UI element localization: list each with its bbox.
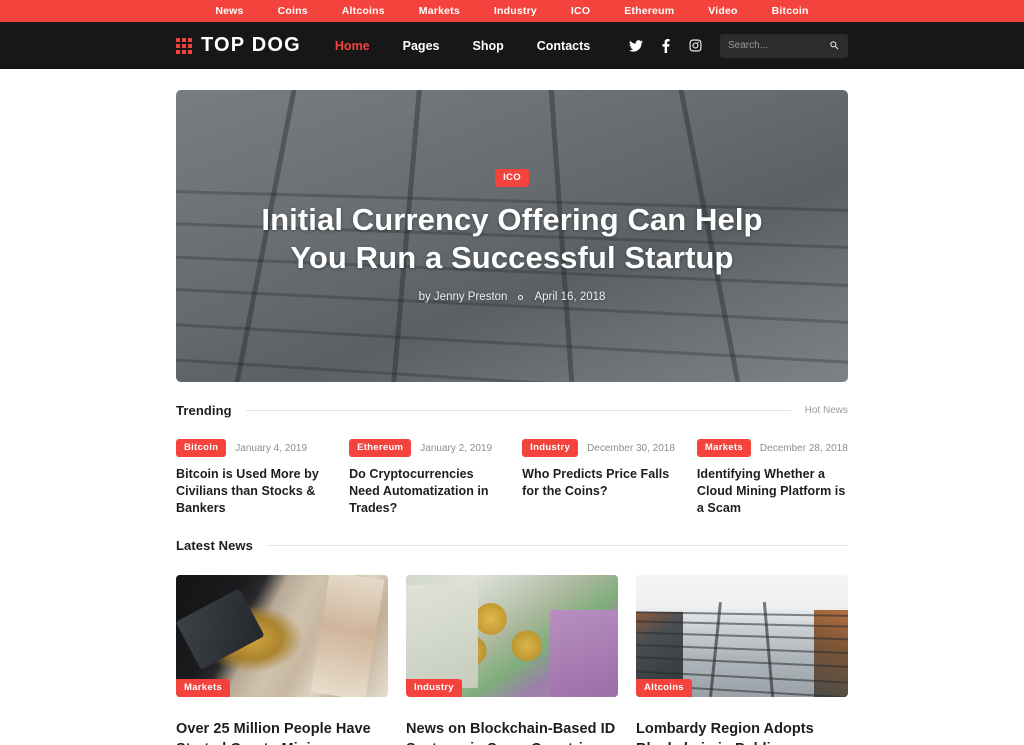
- topbar-link-bitcoin[interactable]: Bitcoin: [772, 5, 809, 17]
- nav-item-shop[interactable]: Shop: [472, 39, 503, 53]
- trending-category-badge[interactable]: Ethereum: [349, 439, 412, 457]
- topbar-link-altcoins[interactable]: Altcoins: [342, 5, 385, 17]
- trending-date: January 2, 2019: [420, 442, 493, 454]
- trending-section-header: Trending Hot News: [176, 403, 848, 418]
- main-nav: Home Pages Shop Contacts: [335, 39, 590, 53]
- topbar-link-markets[interactable]: Markets: [419, 5, 460, 17]
- nav-item-contacts[interactable]: Contacts: [537, 39, 590, 53]
- top-category-bar: News Coins Altcoins Markets Industry ICO…: [0, 0, 1024, 22]
- topbar-link-video[interactable]: Video: [708, 5, 737, 17]
- trending-title-link[interactable]: Who Predicts Price Falls for the Coins?: [522, 466, 675, 500]
- topbar-link-ethereum[interactable]: Ethereum: [624, 5, 674, 17]
- brand-logo[interactable]: TOP DOG: [176, 34, 301, 57]
- search-submit-button[interactable]: [829, 40, 840, 51]
- latest-news-title: Latest News: [176, 538, 253, 554]
- trending-item[interactable]: Industry December 30, 2018 Who Predicts …: [522, 439, 675, 517]
- nav-item-pages[interactable]: Pages: [403, 39, 440, 53]
- latest-news-section-header: Latest News: [176, 538, 848, 553]
- trending-item[interactable]: Ethereum January 2, 2019 Do Cryptocurren…: [349, 439, 500, 517]
- social-links: [629, 38, 702, 53]
- trending-item[interactable]: Bitcoin January 4, 2019 Bitcoin is Used …: [176, 439, 327, 517]
- hero-meta: by Jenny Preston April 16, 2018: [419, 291, 606, 303]
- dot-grid-icon: [176, 37, 192, 54]
- facebook-icon[interactable]: [662, 38, 670, 53]
- meta-separator-icon: [518, 294, 524, 300]
- trending-list: Bitcoin January 4, 2019 Bitcoin is Used …: [176, 439, 848, 517]
- news-card-category-badge[interactable]: Industry: [406, 679, 462, 698]
- trending-item[interactable]: Markets December 28, 2018 Identifying Wh…: [696, 439, 848, 517]
- top-category-nav: News Coins Altcoins Markets Industry ICO…: [215, 5, 808, 17]
- instagram-icon[interactable]: [689, 39, 702, 52]
- search-box[interactable]: [720, 33, 848, 58]
- trending-date: December 30, 2018: [587, 442, 675, 454]
- hero-category-badge[interactable]: ICO: [495, 168, 529, 187]
- site-header: TOP DOG Home Pages Shop Contacts: [0, 22, 1024, 69]
- topbar-link-coins[interactable]: Coins: [278, 5, 308, 17]
- hero-title: Initial Currency Offering Can Help You R…: [261, 201, 763, 275]
- topbar-link-news[interactable]: News: [215, 5, 243, 17]
- trending-title-link[interactable]: Identifying Whether a Cloud Mining Platf…: [697, 466, 848, 517]
- trending-title: Trending: [176, 403, 232, 418]
- news-card-thumbnail[interactable]: Industry: [406, 575, 618, 698]
- hot-news-label[interactable]: Hot News: [805, 405, 848, 416]
- trending-category-badge[interactable]: Industry: [522, 439, 579, 457]
- news-card[interactable]: Altcoins Lombardy Region Adopts Blockcha…: [636, 575, 848, 745]
- latest-news-grid: Markets Over 25 Million People Have Star…: [176, 575, 848, 745]
- news-card-thumbnail[interactable]: Markets: [176, 575, 388, 698]
- news-card-title[interactable]: Lombardy Region Adopts Blockchain in Pub…: [636, 720, 848, 745]
- trending-category-badge[interactable]: Bitcoin: [176, 439, 227, 457]
- news-card-category-badge[interactable]: Markets: [176, 679, 231, 698]
- news-card-thumbnail[interactable]: Altcoins: [636, 575, 848, 698]
- section-divider: [245, 410, 791, 411]
- news-card[interactable]: Industry News on Blockchain-Based ID Sys…: [406, 575, 618, 745]
- topbar-link-industry[interactable]: Industry: [494, 5, 537, 17]
- trending-date: January 4, 2019: [235, 442, 308, 454]
- trending-title-link[interactable]: Bitcoin is Used More by Civilians than S…: [176, 466, 327, 517]
- topbar-link-ico[interactable]: ICO: [571, 5, 590, 17]
- trending-date: December 28, 2018: [759, 442, 848, 454]
- search-input[interactable]: [728, 40, 829, 51]
- news-card-title[interactable]: News on Blockchain-Based ID Systems in S…: [406, 720, 618, 745]
- hero-author[interactable]: by Jenny Preston: [419, 291, 508, 303]
- trending-title-link[interactable]: Do Cryptocurrencies Need Automatization …: [349, 466, 500, 517]
- hero-featured-post[interactable]: ICO Initial Currency Offering Can Help Y…: [176, 90, 848, 382]
- nav-item-home[interactable]: Home: [335, 39, 370, 53]
- twitter-icon[interactable]: [629, 39, 643, 52]
- news-card-category-badge[interactable]: Altcoins: [636, 679, 692, 698]
- trending-category-badge[interactable]: Markets: [696, 439, 751, 457]
- search-icon: [829, 40, 840, 51]
- main-content: ICO Initial Currency Offering Can Help Y…: [0, 90, 1024, 745]
- news-card[interactable]: Markets Over 25 Million People Have Star…: [176, 575, 388, 745]
- news-card-title[interactable]: Over 25 Million People Have Started Cryp…: [176, 720, 388, 745]
- section-divider: [266, 545, 848, 547]
- brand-name: TOP DOG: [201, 34, 301, 56]
- hero-date: April 16, 2018: [534, 291, 606, 304]
